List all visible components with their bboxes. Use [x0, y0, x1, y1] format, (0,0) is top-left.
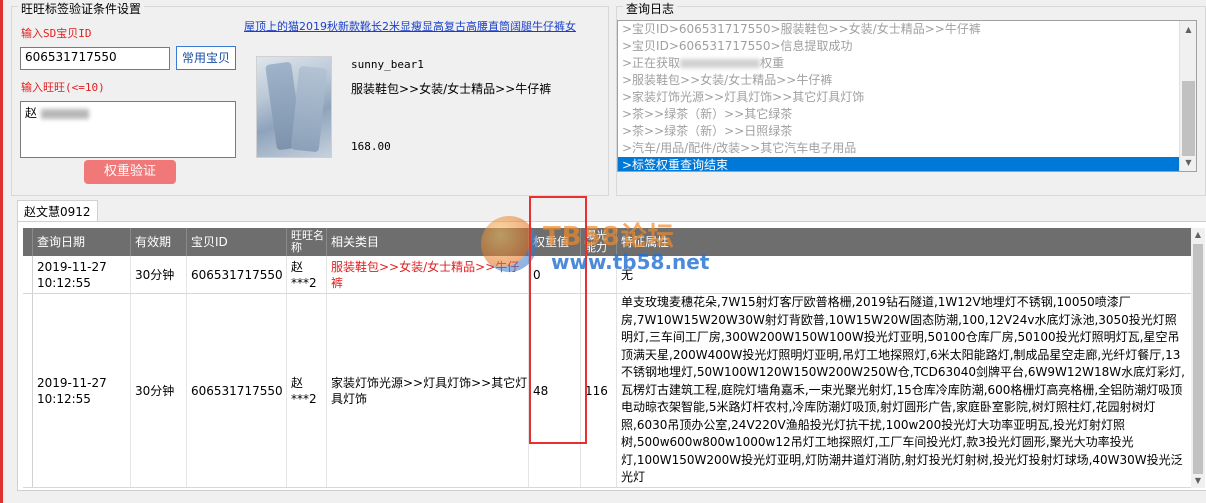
cell-item-id: 606531717550 — [187, 294, 287, 487]
log-line[interactable]: >茶>>绿茶（新）>>日照绿茶 — [618, 123, 1196, 140]
cell-date: 2019-11-27 10:12:55 — [33, 256, 131, 293]
verify-settings-title: 旺旺标签验证条件设置 — [18, 0, 145, 17]
weight-verify-button[interactable]: 权重验证 — [84, 160, 176, 184]
product-title-link[interactable]: 屋顶上的猫2019秋新款靴长2米显瘦显高复古高腰直筒阔腿牛仔裤女 — [244, 20, 594, 34]
log-line[interactable]: >正在获取 权重 — [618, 55, 1196, 72]
cell-wangwang: 赵 ***2 — [287, 294, 327, 487]
cell-features: 单支玫瑰麦穗花朵,7W15射灯客厅欧普格栅,2019钻石隧道,1W12V地埋灯不… — [621, 295, 1185, 484]
query-log-list[interactable]: >宝贝ID>606531717550>服装鞋包>>女装/女士精品>>牛仔裤 >宝… — [617, 20, 1197, 172]
query-log-title: 查询日志 — [623, 0, 678, 17]
log-line[interactable]: >家装灯饰光源>>灯具灯饰>>其它灯具灯饰 — [618, 89, 1196, 106]
cell-validity: 30分钟 — [131, 294, 187, 487]
wangwang-label: 输入旺旺(<=10) — [21, 81, 105, 94]
scroll-up-arrow-icon[interactable]: ▲ — [1191, 228, 1205, 242]
wangwang-redacted — [40, 108, 89, 119]
wangwang-value: 赵 — [25, 106, 41, 120]
log-line[interactable]: >宝贝ID>606531717550>服装鞋包>>女装/女士精品>>牛仔裤 — [618, 21, 1196, 38]
product-price: 168.00 — [351, 140, 391, 153]
log-line[interactable]: >服装鞋包>>女装/女士精品>>牛仔裤 — [618, 72, 1196, 89]
col-wangwang[interactable]: 旺旺名称 — [287, 228, 327, 256]
sd-id-input[interactable]: 606531717550 — [20, 47, 170, 70]
log-line[interactable]: >宝贝ID>606531717550>信息提取成功 — [618, 38, 1196, 55]
cell-item-id: 606531717550 — [187, 256, 287, 293]
cell-validity: 30分钟 — [131, 256, 187, 293]
highlight-box — [529, 196, 587, 444]
col-item-id[interactable]: 宝贝ID — [187, 228, 287, 256]
log-line-selected[interactable]: >标签权重查询结束 — [618, 157, 1196, 171]
watermark-logo: TB58论坛 www.tb58.net — [481, 216, 721, 286]
cell-category: 家装灯饰光源>>灯具灯饰>>其它灯具灯饰 — [327, 294, 529, 487]
common-items-button[interactable]: 常用宝贝 — [176, 46, 236, 70]
scroll-down-arrow-icon[interactable]: ▼ — [1180, 154, 1196, 171]
log-scrollbar[interactable]: ▲ ▼ — [1179, 21, 1196, 171]
scroll-down-arrow-icon[interactable]: ▼ — [1191, 474, 1205, 488]
row-header-corner — [23, 228, 33, 256]
cell-date: 2019-11-27 10:12:55 — [33, 294, 131, 487]
log-line[interactable]: >茶>>绿茶（新）>>其它绿茶 — [618, 106, 1196, 123]
log-scroll-thumb[interactable] — [1182, 81, 1195, 156]
grid-scrollbar[interactable]: ▲ ▼ — [1191, 228, 1205, 488]
cell-wangwang: 赵 ***2 — [287, 256, 327, 293]
table-row[interactable]: 2019-11-27 10:12:55 30分钟 606531717550 赵 … — [23, 294, 1191, 488]
log-line[interactable]: >汽车/用品/配件/改装>>其它汽车电子用品 — [618, 140, 1196, 157]
product-image — [256, 56, 332, 158]
app-window: 旺旺标签验证条件设置 输入SD宝贝ID 606531717550 常用宝贝 输入… — [0, 0, 1206, 503]
grid-scroll-thumb[interactable] — [1193, 244, 1203, 474]
product-category: 服装鞋包>>女装/女士精品>>牛仔裤 — [351, 82, 552, 96]
sd-id-label: 输入SD宝贝ID — [21, 27, 92, 40]
seller-name: sunny_bear1 — [351, 58, 424, 71]
col-query-date[interactable]: 查询日期 — [33, 228, 131, 256]
wangwang-input[interactable]: 赵 — [20, 101, 236, 158]
scroll-up-arrow-icon[interactable]: ▲ — [1180, 21, 1196, 38]
col-validity[interactable]: 有效期 — [131, 228, 187, 256]
tab-account[interactable]: 赵文慧0912 — [17, 200, 98, 222]
